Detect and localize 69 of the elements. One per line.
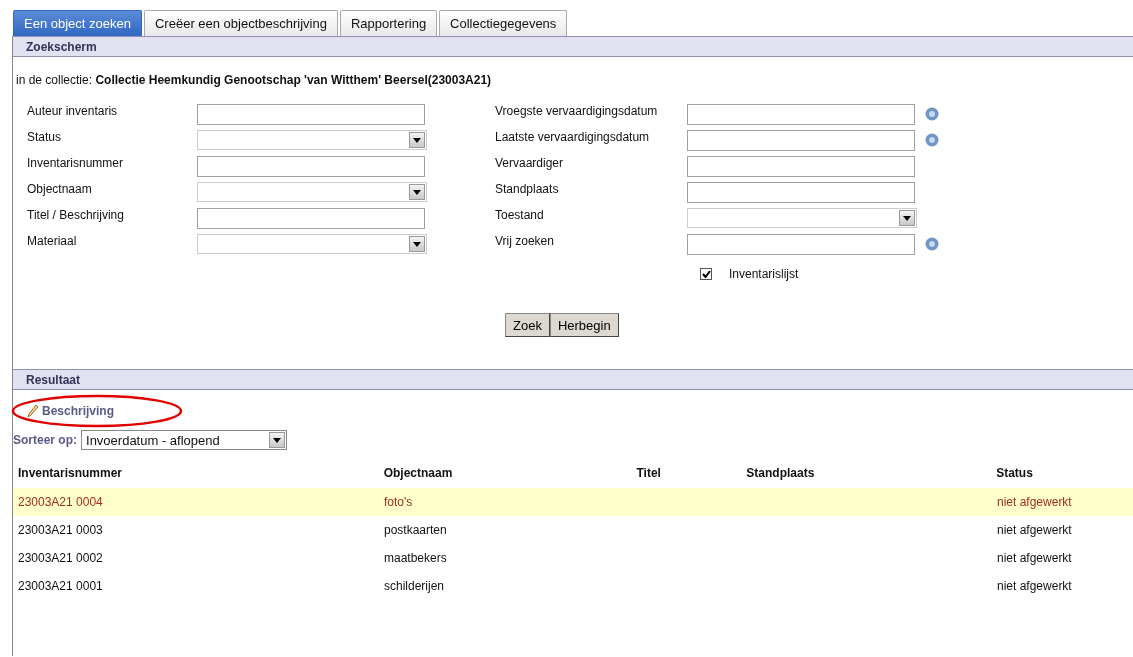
table-cell: 23003A21 0002	[18, 551, 103, 565]
input-field[interactable]	[197, 103, 425, 125]
field-label: Objectnaam	[27, 181, 93, 196]
dropdown[interactable]	[197, 182, 427, 202]
table-row[interactable]: 23003A21 0004 foto's niet afgewerkt	[13, 488, 1133, 516]
description-link[interactable]: Beschrijving	[42, 404, 115, 418]
dropdown[interactable]	[197, 130, 427, 150]
caret-icon	[273, 437, 281, 443]
table-cell: postkaarten	[384, 523, 447, 537]
collection-label: in de collectie:	[16, 73, 93, 87]
tab[interactable]: Collectiegegevens	[439, 10, 568, 36]
sort-label: Sorteer op:	[13, 433, 77, 447]
table-cell: foto's	[384, 495, 413, 509]
field-label: Inventarisnummer	[27, 155, 125, 170]
input-field[interactable]	[687, 103, 915, 125]
tab[interactable]: Een object zoeken	[13, 10, 142, 36]
field-label: Status	[27, 129, 63, 144]
table-cell: niet afgewerkt	[997, 551, 1072, 565]
table-cell: niet afgewerkt	[997, 495, 1072, 509]
sort-dropdown[interactable]: Invoerdatum - aflopend	[81, 430, 287, 450]
column-header: Objectnaam	[383, 466, 454, 482]
caret-icon	[413, 189, 421, 195]
reset-button[interactable]: Herbegin	[549, 313, 619, 337]
field-label: Vervaardiger	[495, 155, 565, 170]
input-field[interactable]	[197, 207, 425, 229]
field-label: Standplaats	[495, 181, 560, 196]
help-icon[interactable]	[925, 237, 939, 251]
table-row[interactable]: 23003A21 0001 schilderijen niet afgewerkt	[13, 572, 1133, 600]
field-label: Titel / Beschrijving	[27, 207, 125, 222]
field-label: Materiaal	[27, 233, 78, 248]
collection-name: Collectie Heemkundig Genootschap 'van Witthem' Beersel(23003A21)	[95, 73, 492, 87]
field-label: Toestand	[495, 207, 545, 222]
search-button[interactable]: Zoek	[505, 313, 550, 337]
section-title: Zoekscherm	[26, 39, 97, 54]
field-label: Vroegste vervaardigingsdatum	[495, 103, 659, 118]
help-icon[interactable]	[925, 107, 939, 121]
input-field[interactable]	[687, 155, 915, 177]
tab[interactable]: Creëer een objectbeschrijving	[143, 10, 338, 36]
caret-icon	[903, 215, 911, 221]
column-header: Inventarisnummer	[18, 466, 124, 482]
column-header: Status	[996, 466, 1034, 482]
field-label: Auteur inventaris	[27, 103, 119, 118]
field-label: Laatste vervaardigingsdatum	[495, 129, 651, 144]
dropdown[interactable]	[197, 234, 427, 254]
caret-icon	[413, 137, 421, 143]
field-label: Vrij zoeken	[495, 233, 555, 248]
pencil-icon	[27, 404, 39, 418]
section-title: Resultaat	[26, 372, 81, 387]
table-cell: niet afgewerkt	[997, 579, 1072, 593]
dropdown[interactable]	[687, 208, 917, 228]
table-row[interactable]: 23003A21 0003 postkaarten niet afgewerkt	[13, 516, 1133, 544]
table-cell: 23003A21 0003	[18, 523, 103, 537]
help-icon[interactable]	[925, 133, 939, 147]
tab[interactable]: Rapportering	[339, 10, 438, 36]
table-cell: maatbekers	[384, 551, 447, 565]
checkbox-label: Inventarislijst	[729, 267, 799, 281]
caret-icon	[413, 241, 421, 247]
column-header: Standplaats	[746, 466, 816, 482]
table-cell: schilderijen	[384, 579, 445, 593]
input-field[interactable]	[687, 181, 915, 203]
input-field[interactable]	[687, 129, 915, 151]
table-cell: niet afgewerkt	[997, 523, 1072, 537]
table-cell: 23003A21 0001	[18, 579, 103, 593]
input-field[interactable]	[197, 155, 425, 177]
table-row[interactable]: 23003A21 0002 maatbekers niet afgewerkt	[13, 544, 1133, 572]
input-field[interactable]	[687, 233, 915, 255]
checkbox[interactable]	[700, 268, 712, 280]
table-cell: 23003A21 0004	[18, 495, 103, 509]
column-header: Titel	[636, 466, 662, 482]
